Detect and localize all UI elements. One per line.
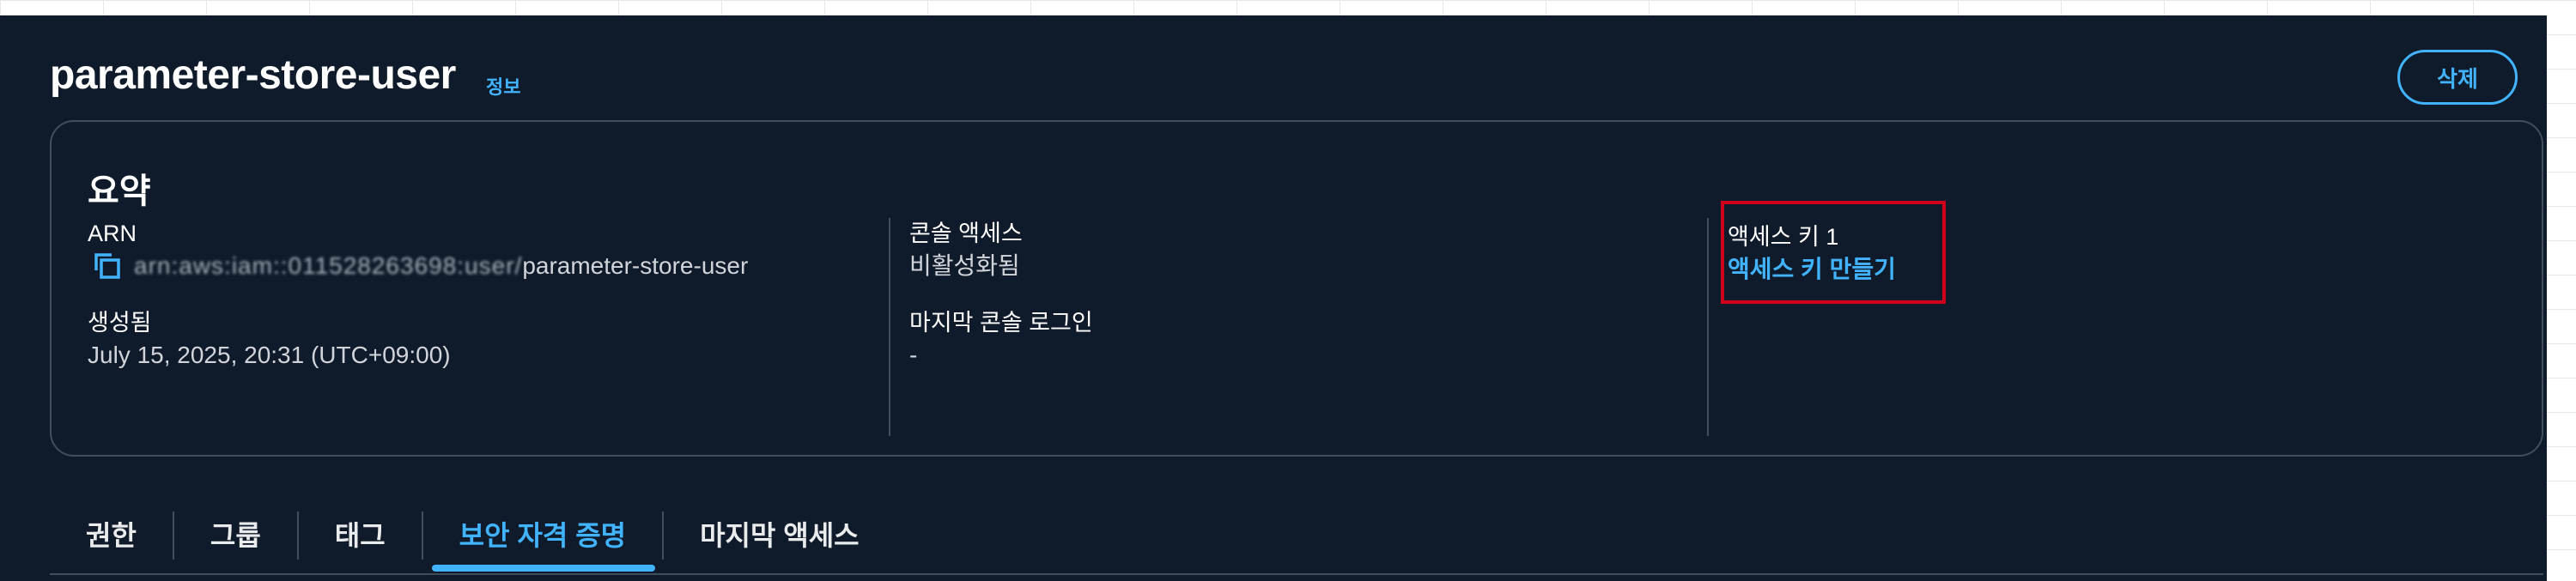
summary-card: 요약 ARN arn:aws:iam::011528263698:user/ p… [50,120,2543,457]
active-tab-indicator [431,565,656,572]
page-header: parameter-store-user 정보 삭제 [50,34,2547,129]
last-console-login-field: 마지막 콘솔 로그인 - [909,307,1709,372]
arn-value-user: parameter-store-user [522,252,749,279]
page-title: parameter-store-user [50,52,456,98]
summary-title: 요약 [88,172,151,210]
tab-groups[interactable]: 그룹 [174,510,297,561]
access-key-field: 액세스 키 1 액세스 키 만들기 [1721,201,2523,304]
copy-icon[interactable] [91,250,124,282]
created-field: 생성됨 July 15, 2025, 20:31 (UTC+09:00) [88,307,895,372]
tab-tags[interactable]: 태그 [299,510,422,561]
delete-button[interactable]: 삭제 [2397,50,2518,105]
arn-value-redacted: arn:aws:iam::011528263698:user/ [134,252,523,279]
console-access-label: 콘솔 액세스 [909,221,1023,246]
created-label: 생성됨 [88,310,152,336]
summary-column-console: 콘솔 액세스 비활성화됨 마지막 콘솔 로그인 - [889,218,1709,436]
user-tabs: 권한 그룹 태그 보안 자격 증명 마지막 액세스 [50,496,2543,575]
info-link[interactable]: 정보 [486,72,520,100]
tab-last-accessed[interactable]: 마지막 액세스 [664,510,896,561]
tab-security-credentials[interactable]: 보안 자격 증명 [423,510,662,572]
last-console-login-label: 마지막 콘솔 로그인 [909,310,1093,336]
tab-security-credentials-label: 보안 자격 증명 [459,520,627,551]
console-access-value: 비활성화됨 [909,252,1020,279]
summary-column-access-key: 액세스 키 1 액세스 키 만들기 [1707,201,2523,436]
tabs-baseline [50,573,2543,575]
created-value: July 15, 2025, 20:31 (UTC+09:00) [88,342,451,368]
tab-row: 권한 그룹 태그 보안 자격 증명 마지막 액세스 [50,496,2543,575]
console-access-field: 콘솔 액세스 비활성화됨 [909,218,1709,283]
arn-field: ARN arn:aws:iam::011528263698:user/ para… [88,218,895,283]
iam-user-console-panel: parameter-store-user 정보 삭제 요약 ARN arn:aw… [0,15,2547,581]
arn-label: ARN [88,221,137,246]
highlight-box [1721,201,1946,304]
last-console-login-value: - [909,342,918,368]
summary-column-arn: ARN arn:aws:iam::011528263698:user/ para… [88,218,895,436]
arn-row: arn:aws:iam::011528263698:user/ paramete… [88,249,895,283]
tab-permissions[interactable]: 권한 [50,510,173,561]
